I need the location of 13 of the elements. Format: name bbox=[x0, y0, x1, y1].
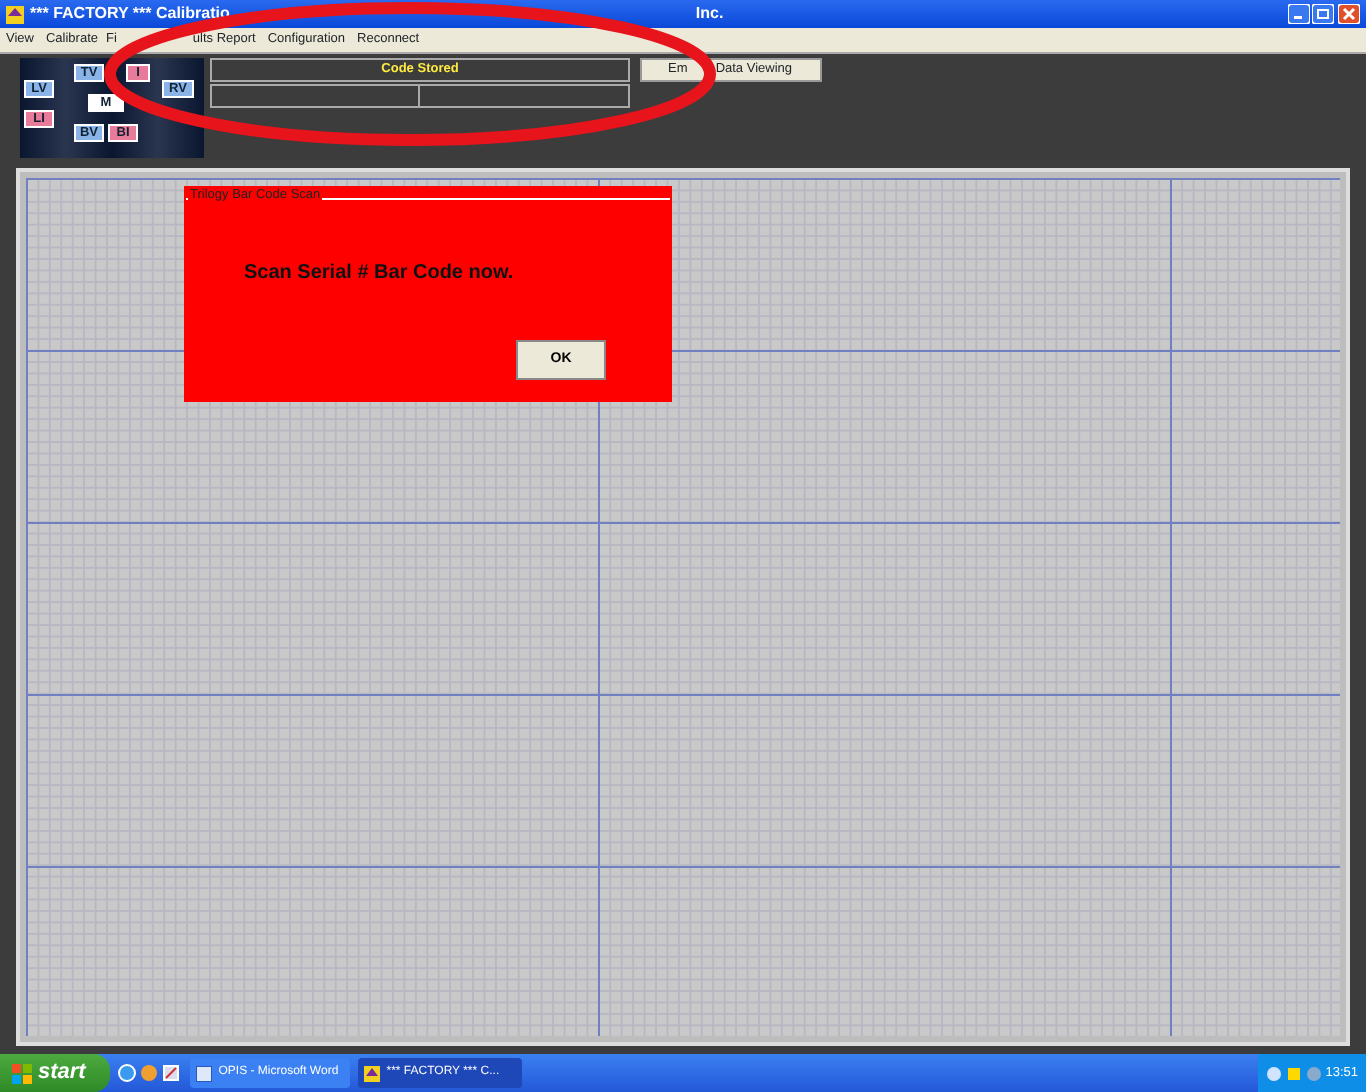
close-button[interactable] bbox=[1338, 4, 1360, 24]
window-title: *** FACTORY *** Calibratio bbox=[30, 2, 230, 26]
desktop-icon[interactable] bbox=[161, 1064, 179, 1082]
browser-icon[interactable] bbox=[118, 1064, 136, 1082]
dialog-message: Scan Serial # Bar Code now. bbox=[244, 260, 514, 288]
window-title: Inc. bbox=[695, 2, 724, 26]
minimize-button[interactable] bbox=[1287, 4, 1309, 24]
restore-button[interactable] bbox=[1312, 4, 1335, 24]
app-icon bbox=[6, 5, 24, 23]
document-icon bbox=[196, 1065, 213, 1081]
app-icon bbox=[364, 1065, 381, 1081]
start-button[interactable]: start bbox=[0, 1054, 110, 1092]
windows-logo-icon bbox=[12, 1063, 32, 1083]
